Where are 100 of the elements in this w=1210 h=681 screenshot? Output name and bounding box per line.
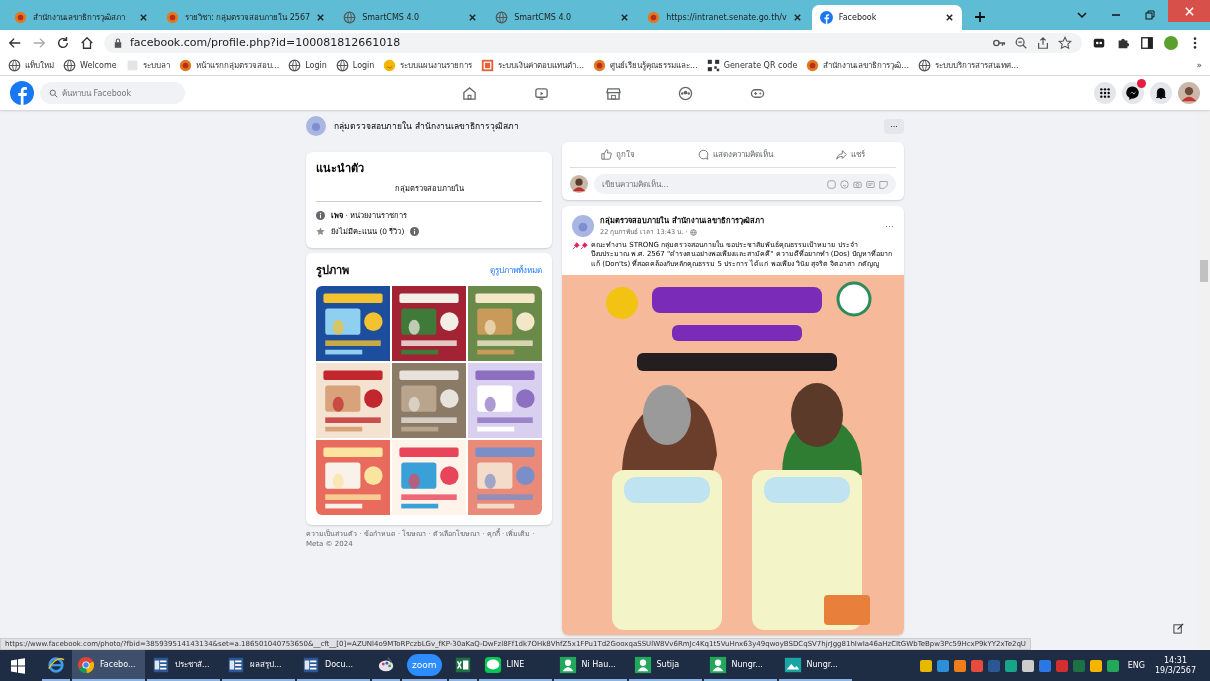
bell-icon[interactable] [1150,82,1172,104]
close-icon[interactable] [944,13,954,22]
address-bar[interactable]: facebook.com/profile.php?id=100081812661018 [104,32,1082,53]
post-action-button[interactable]: แชร์ [829,146,871,163]
bookmark[interactable]: สำนักงานเลขาธิการวุฒิ... [806,58,909,72]
card-heading: แนะนำตัว [316,161,365,177]
tray-icons-drawing[interactable] [919,658,1120,673]
video-icon[interactable] [534,85,549,101]
tab-title: https://intranet.senate.go.th/v [666,13,787,22]
bookmark[interactable]: Welcome [63,58,117,72]
close-icon[interactable] [468,13,478,22]
facebook-logo-icon [819,11,833,24]
document-icon [152,655,170,674]
document-icon [302,655,320,674]
share-icon[interactable] [1036,35,1050,50]
bookmark[interactable]: แท็บใหม่ [8,58,54,72]
globe-icon [335,58,349,72]
groups-icon[interactable] [678,85,693,101]
browser-tab[interactable]: https://intranet.senate.go.th/v [639,5,810,30]
browser-tab[interactable]: รายวิชา: กลุ่มตรวจสอบภายใน 2567 [158,5,334,30]
more-bookmarks[interactable]: » [1196,60,1202,70]
page-avatar[interactable] [306,116,326,136]
tab-search-caret-icon[interactable] [1076,9,1088,21]
facebook-logo-icon[interactable] [10,81,34,105]
person-icon [633,655,652,674]
close-icon[interactable] [139,13,148,22]
profile-avatar[interactable] [1178,82,1200,104]
taskbar-button[interactable]: ประชาสั... [147,650,220,681]
bookmark[interactable]: ระบบลา [125,58,170,72]
post-action-button[interactable]: ถูกใจ [595,146,642,163]
home-icon[interactable] [80,35,94,50]
seal-icon [593,58,607,72]
profile-avatar-icon[interactable] [1164,35,1178,50]
restore-icon[interactable] [1144,9,1156,21]
reload-icon[interactable] [56,35,70,50]
taskbar-button[interactable]: Docu... [297,650,370,681]
bookmark[interactable]: ระบบแผนงานรายการ [383,58,473,72]
person-icon [558,655,577,674]
globe-icon [343,11,357,24]
zoom-out-icon[interactable] [1014,35,1028,50]
tab-title: Facebook [838,13,878,22]
post-action-button[interactable]: แสดงความคิดเห็น [692,146,779,163]
new-tab-icon[interactable] [973,11,986,23]
page-avatar[interactable] [572,214,594,237]
taskbar-button[interactable]: Sutija [628,650,702,681]
url-text: facebook.com/profile.php?id=100081812661018 [130,36,401,49]
input-language[interactable]: ENG [1127,661,1145,670]
messenger-icon[interactable] [1122,82,1144,104]
info-icon [316,210,325,220]
comment-icon [698,149,709,160]
bookmark[interactable]: Generate QR code [706,58,798,72]
seal-icon [166,11,179,24]
browser-tab[interactable]: สำนักงานเลขาธิการวุฒิสภา [6,5,156,30]
close-icon[interactable] [792,13,802,22]
star-icon[interactable] [1058,35,1072,50]
page-name[interactable]: กลุ่มตรวจสอบภายใน สำนักงานเลขาธิการวุฒิสภา [334,119,519,133]
bookmark[interactable]: หน้าแรกกลุ่มตรวจสอบ... [178,58,280,72]
browser-tab[interactable]: Facebook [811,5,962,30]
info-icon[interactable] [410,226,420,236]
globe-icon [63,58,76,72]
clock[interactable]: 14:31 19/3/2567 [1154,655,1196,676]
bookmark[interactable]: ศูนย์เรียนรู้คุณธรรมและ... [593,58,698,72]
taskbar-button[interactable]: ผลสรุป... [222,650,295,681]
taskbar-button[interactable]: Nungr... [778,650,852,681]
taskbar-button[interactable]: Nungr... [703,650,777,681]
globe-icon [690,228,698,236]
close-icon[interactable] [316,13,326,22]
bookmark[interactable]: Login [335,58,375,72]
bookmark[interactable]: ระบบบริการสารสนเทศ... [917,58,1019,72]
globe-icon [495,11,509,24]
seal-icon [647,11,661,24]
seal-icon [14,11,27,24]
spreadsheet-icon [453,655,472,674]
taskbar-button[interactable]: Ni Hau... [553,650,627,681]
share-arrow-icon [835,149,847,160]
taskbar-button[interactable]: LINE [478,650,552,681]
document-icon [227,655,245,674]
compose-icon[interactable] [1173,623,1184,634]
smiley-icon [383,58,397,72]
taskbar-button[interactable]: Facebo... [72,650,145,681]
close-icon[interactable] [620,13,630,22]
side-panel-icon[interactable] [1140,35,1154,50]
browser-tab[interactable]: SmartCMS 4.0 [335,5,486,30]
pin-icon [572,242,588,250]
page-icon [125,58,139,72]
store-icon[interactable] [606,85,621,101]
scrollbar[interactable] [1198,110,1210,650]
back-icon[interactable] [8,35,22,50]
more-options-button[interactable]: ··· [884,118,904,134]
home-icon[interactable] [462,85,477,101]
globe-icon [8,58,21,72]
post-options-button[interactable]: ··· [885,220,894,231]
palette-icon [377,655,395,674]
see-all-photos-link[interactable]: ดูรูปภาพทั้งหมด [490,263,542,277]
browser-tab[interactable]: SmartCMS 4.0 [487,5,638,30]
search-field[interactable]: ค้นหาบน Facebook [40,82,185,104]
bookmark[interactable]: Login [288,58,327,72]
apps-grid-icon[interactable] [1094,82,1116,104]
bookmark[interactable]: ระบบเงินค่าตอบแทนตำ... [481,58,585,72]
windows-logo-icon[interactable] [10,657,26,674]
